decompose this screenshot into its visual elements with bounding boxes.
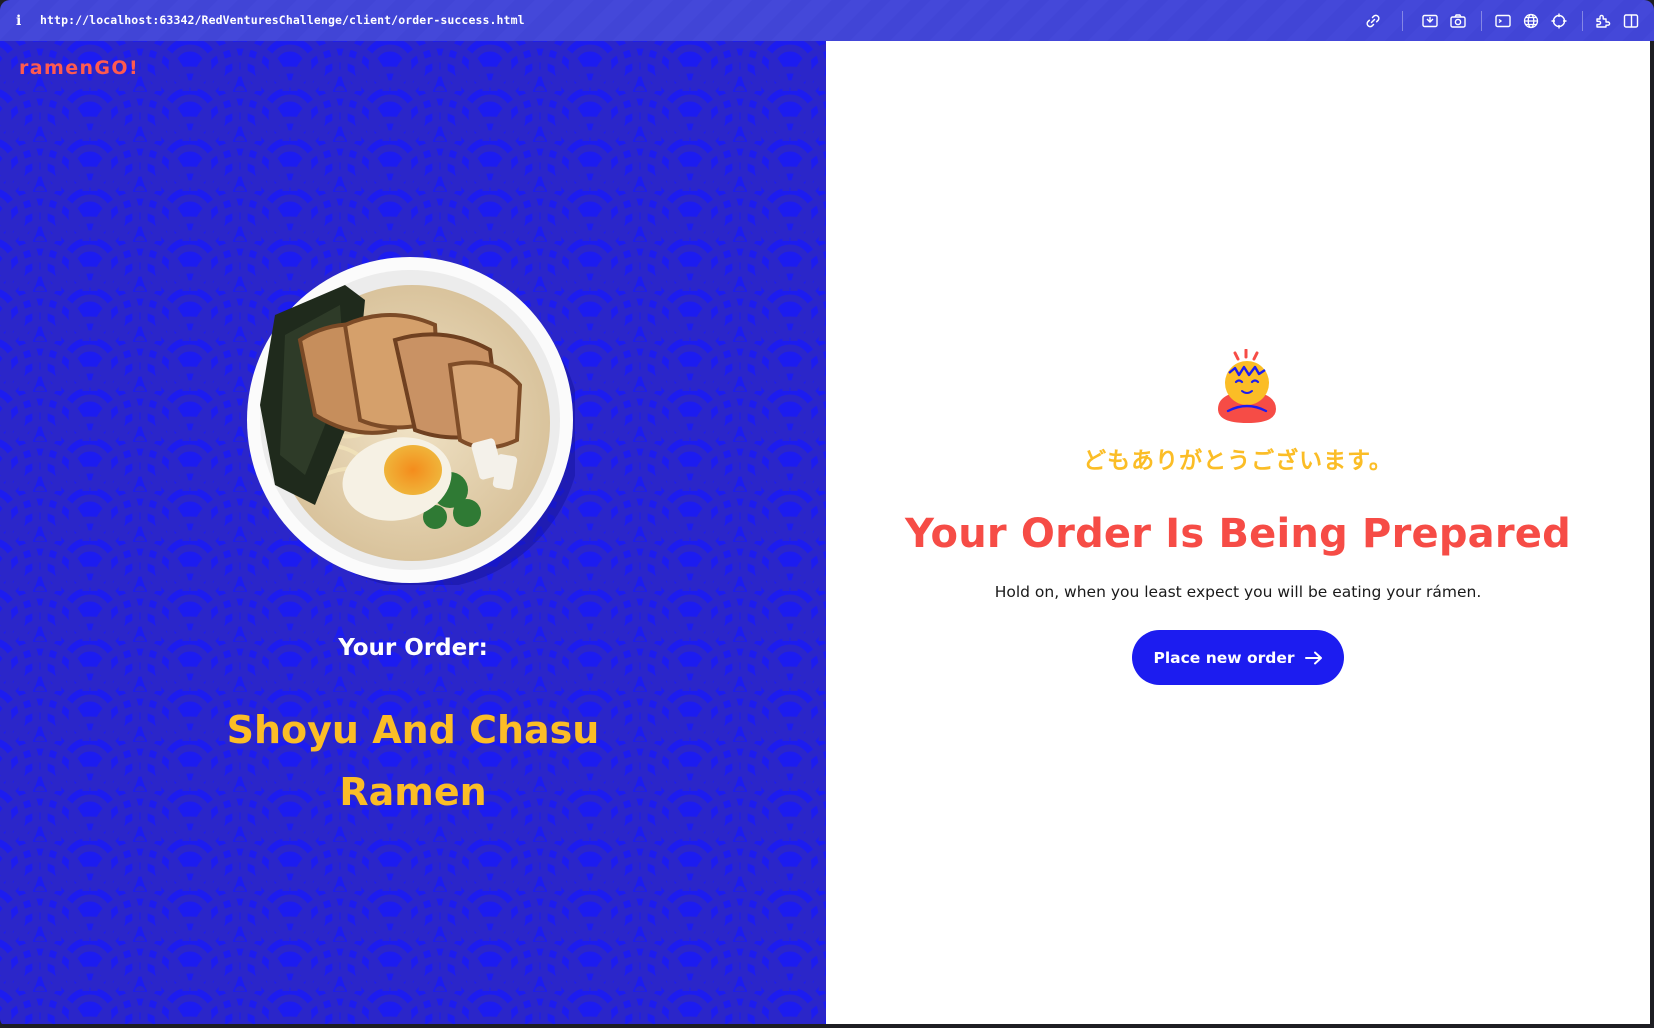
site-info-icon[interactable]: i (16, 12, 28, 30)
page: ramenGO! Your Order: Shoyu And Chasu Ram… (0, 41, 1650, 1024)
crosshair-icon[interactable] (1550, 12, 1568, 30)
order-item-name: Shoyu And Chasu Ramen (226, 708, 600, 814)
toolbar-divider (1582, 11, 1583, 31)
browser-window: i http://localhost:63342/RedVenturesChal… (0, 0, 1654, 1028)
terminal-icon[interactable] (1494, 12, 1512, 30)
ramen-mascot-icon (1218, 349, 1276, 423)
order-summary-panel: ramenGO! Your Order: Shoyu And Chasu Ram… (0, 41, 826, 1024)
place-new-order-label: Place new order (1153, 648, 1295, 667)
toolbar-divider (1481, 11, 1482, 31)
ramengo-logo[interactable]: ramenGO! (19, 57, 139, 79)
camera-icon[interactable] (1449, 12, 1467, 30)
url-field[interactable]: http://localhost:63342/RedVenturesChalle… (40, 13, 525, 27)
globe-icon[interactable] (1522, 12, 1540, 30)
place-new-order-button[interactable]: Place new order (1132, 630, 1344, 685)
link-icon[interactable] (1364, 12, 1382, 30)
order-status-headline: Your Order Is Being Prepared (905, 511, 1571, 557)
ramen-bowl-image (247, 257, 575, 585)
screen-capture-icon[interactable] (1421, 12, 1439, 30)
confirmation-panel: どもありがとうございます。 Your Order Is Being Prepar… (826, 41, 1650, 1024)
extensions-icon[interactable] (1594, 12, 1612, 30)
your-order-label: Your Order: (338, 635, 488, 661)
address-bar: i http://localhost:63342/RedVenturesChal… (0, 0, 1654, 41)
order-status-message: Hold on, when you least expect you will … (994, 583, 1482, 601)
toolbar-divider (1402, 11, 1403, 31)
thank-you-japanese: どもありがとうございます。 (1083, 448, 1393, 474)
sidebar-icon[interactable] (1622, 12, 1640, 30)
arrow-right-icon (1304, 651, 1322, 664)
